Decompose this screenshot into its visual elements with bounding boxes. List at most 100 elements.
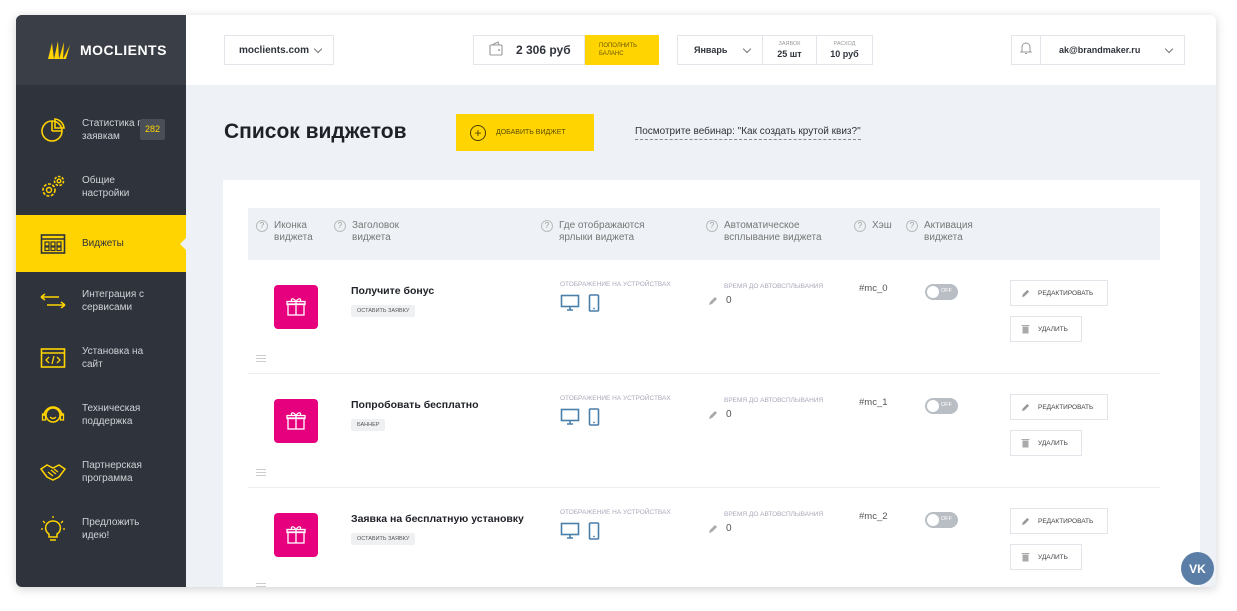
desktop-icon[interactable] — [560, 408, 580, 426]
gift-icon — [274, 399, 318, 443]
edit-label: Редактировать — [1038, 517, 1094, 525]
sidebar-item-partners[interactable]: Партнерская программа — [16, 443, 186, 500]
devices-label: Отображение на устройствах — [560, 281, 671, 288]
column-label: Иконка виджета — [274, 220, 313, 243]
drag-handle-icon[interactable] — [256, 469, 266, 478]
vk-icon: VK — [1189, 561, 1206, 576]
toggle-state: OFF — [941, 516, 952, 522]
widget-title[interactable]: Получите бонус — [351, 285, 434, 297]
webinar-link[interactable]: Посмотрите вебинар: "Как создать крутой … — [635, 126, 861, 140]
sidebar-item-integrations[interactable]: Интеграция с сервисами — [16, 272, 186, 329]
balance-value: 2 306 руб — [516, 43, 571, 57]
app-window: MOCLIENTS Статистика по заявкам 282 Общи… — [16, 15, 1216, 587]
sidebar-item-general-settings[interactable]: Общие настройки — [16, 158, 186, 215]
expense-label: Расход — [833, 41, 856, 47]
bell-icon — [1019, 41, 1033, 60]
help-icon[interactable]: ? — [854, 220, 866, 232]
pencil-icon — [1021, 289, 1030, 297]
desktop-icon[interactable] — [560, 522, 580, 540]
auto-popup-value[interactable]: 0 — [708, 409, 732, 420]
delete-button[interactable]: Удалить — [1010, 430, 1082, 456]
topup-balance-button[interactable]: Пополнить баланс — [585, 35, 659, 65]
expense-value: 10 руб — [830, 49, 859, 59]
logo[interactable]: MOCLIENTS — [16, 15, 186, 85]
widget-title[interactable]: Попробовать бесплатно — [351, 399, 478, 411]
help-icon[interactable]: ? — [541, 220, 553, 232]
table-row: Получите бонус Оставить заявку Отображен… — [248, 260, 1160, 374]
help-icon[interactable]: ? — [706, 220, 718, 232]
expense-stat: Расход 10 руб — [816, 35, 873, 65]
topbar: moclients.com 2 306 руб Пополнить баланс… — [186, 15, 1216, 85]
sidebar-item-support[interactable]: Техническая поддержка — [16, 386, 186, 443]
account-email: ak@brandmaker.ru — [1059, 45, 1141, 55]
toggle-state: OFF — [941, 288, 952, 294]
table-header: ? Иконка виджета ? Заголовок виджета ? Г… — [248, 208, 1160, 260]
vk-chat-button[interactable]: VK — [1181, 552, 1214, 585]
pencil-icon — [709, 296, 717, 305]
widget-hash: #mc_0 — [859, 283, 888, 294]
help-icon[interactable]: ? — [256, 220, 268, 232]
table-row: Попробовать бесплатно Баннер Отображение… — [248, 374, 1160, 488]
widget-title[interactable]: Заявка на бесплатную установку — [351, 513, 524, 525]
gift-icon — [274, 285, 318, 329]
help-icon[interactable]: ? — [334, 220, 346, 232]
sidebar-item-widgets[interactable]: Виджеты — [16, 215, 187, 272]
auto-popup-value[interactable]: 0 — [708, 295, 732, 306]
logo-icon — [48, 41, 70, 59]
mobile-icon[interactable] — [588, 294, 600, 312]
auto-popup-value[interactable]: 0 — [708, 523, 732, 534]
notifications-button[interactable] — [1011, 35, 1041, 65]
drag-handle-icon[interactable] — [256, 583, 266, 587]
account-menu[interactable]: ak@brandmaker.ru — [1040, 35, 1185, 65]
add-widget-label: Добавить виджет — [496, 129, 566, 136]
arrows-exchange-icon — [38, 286, 68, 316]
mobile-icon[interactable] — [588, 522, 600, 540]
edit-button[interactable]: Редактировать — [1010, 280, 1108, 306]
handshake-icon — [38, 457, 68, 487]
column-header-icon: ? Иконка виджета — [256, 220, 326, 244]
toggle-knob — [927, 514, 939, 526]
chevron-down-icon — [1164, 44, 1174, 54]
trash-icon — [1021, 325, 1030, 334]
column-header-auto-popup: ? Автоматическое всплывание виджета — [706, 220, 831, 244]
widgets-table: ? Иконка виджета ? Заголовок виджета ? Г… — [223, 180, 1200, 587]
mobile-icon[interactable] — [588, 408, 600, 426]
toggle-knob — [927, 400, 939, 412]
activation-toggle[interactable]: OFF — [925, 512, 958, 528]
activation-toggle[interactable]: OFF — [925, 284, 958, 300]
column-label: Где отображаются ярлыки виджета — [559, 220, 645, 243]
device-icons — [560, 294, 600, 312]
sidebar-item-label: Партнерская программа — [82, 459, 142, 484]
edit-button[interactable]: Редактировать — [1010, 508, 1108, 534]
column-label: Автоматическое всплывание виджета — [724, 220, 822, 243]
sidebar-item-ideas[interactable]: Предложить идею! — [16, 500, 186, 557]
auto-popup-seconds: 0 — [726, 523, 732, 534]
delete-button[interactable]: Удалить — [1010, 544, 1082, 570]
headset-icon — [38, 400, 68, 430]
delete-label: Удалить — [1038, 325, 1068, 333]
widget-type-tag: Оставить заявку — [351, 305, 416, 317]
sidebar-item-statistics[interactable]: Статистика по заявкам 282 — [16, 101, 186, 158]
column-header-devices: ? Где отображаются ярлыки виджета — [541, 220, 661, 244]
sidebar-item-install[interactable]: Установка на сайт — [16, 329, 186, 386]
pencil-icon — [1021, 517, 1030, 525]
column-label: Активация виджета — [924, 220, 973, 243]
column-header-activation: ? Активация виджета — [906, 220, 986, 244]
help-icon[interactable]: ? — [906, 220, 918, 232]
month-select[interactable]: Январь — [677, 35, 763, 65]
auto-popup-label: Время до автовсплывания — [724, 397, 824, 404]
activation-toggle[interactable]: OFF — [925, 398, 958, 414]
widget-type-tag: Баннер — [351, 419, 386, 431]
balance-display: 2 306 руб — [473, 35, 585, 65]
site-select[interactable]: moclients.com — [224, 35, 334, 65]
page-title: Список виджетов — [224, 120, 407, 143]
delete-button[interactable]: Удалить — [1010, 316, 1082, 342]
add-widget-button[interactable]: + Добавить виджет — [456, 114, 594, 151]
delete-label: Удалить — [1038, 439, 1068, 447]
auto-popup-seconds: 0 — [726, 295, 732, 306]
month-value: Январь — [694, 45, 728, 55]
desktop-icon[interactable] — [560, 294, 580, 312]
edit-button[interactable]: Редактировать — [1010, 394, 1108, 420]
toggle-state: OFF — [941, 402, 952, 408]
drag-handle-icon[interactable] — [256, 355, 266, 364]
